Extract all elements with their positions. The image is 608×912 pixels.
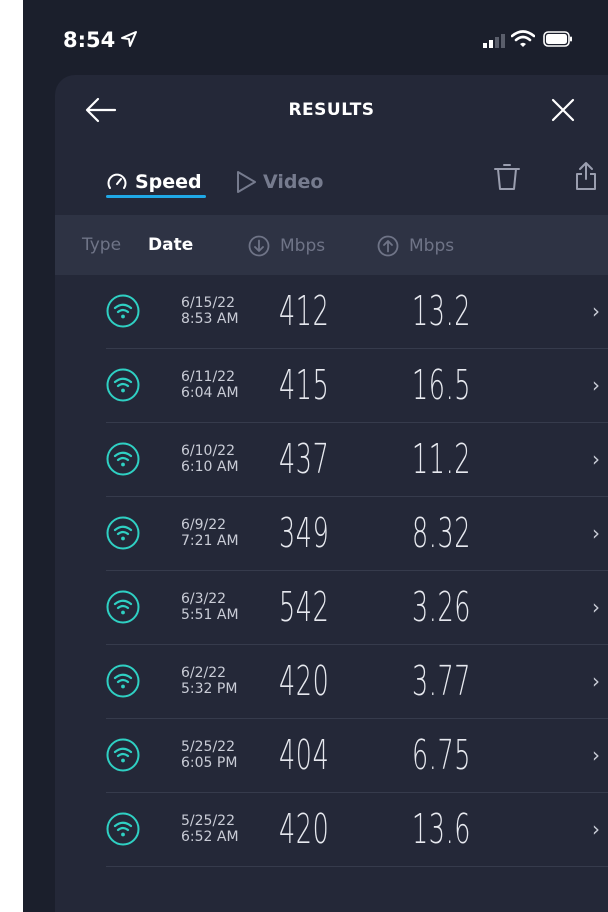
table-row[interactable]: 5/25/22 6:52 AM 420 13.6 › bbox=[55, 793, 608, 867]
row-upload-value: 8.32 bbox=[412, 509, 472, 557]
table-row[interactable]: 6/9/22 7:21 AM 349 8.32 › bbox=[55, 497, 608, 571]
device-screen: 8:54 RESULTS Speed Video Type Date Mbps … bbox=[23, 0, 608, 912]
row-upload-value: 13.2 bbox=[412, 287, 472, 335]
table-row[interactable]: 5/25/22 6:05 PM 404 6.75 › bbox=[55, 719, 608, 793]
table-row[interactable]: 6/11/22 6:04 AM 415 16.5 › bbox=[55, 349, 608, 423]
column-type: Type bbox=[82, 235, 122, 255]
row-download-value: 420 bbox=[279, 657, 330, 705]
row-download-value: 420 bbox=[279, 805, 330, 853]
row-date: 6/11/22 bbox=[181, 369, 235, 385]
nav-bar: RESULTS bbox=[55, 75, 608, 145]
row-date: 6/3/22 bbox=[181, 591, 227, 607]
status-bar: 8:54 bbox=[23, 0, 608, 70]
chevron-right-icon: › bbox=[592, 299, 600, 323]
row-download-value: 404 bbox=[279, 731, 330, 779]
wifi-type-icon bbox=[106, 294, 140, 328]
table-row[interactable]: 6/3/22 5:51 AM 542 3.26 › bbox=[55, 571, 608, 645]
column-upload[interactable]: Mbps bbox=[377, 235, 454, 257]
row-date: 6/15/22 bbox=[181, 295, 235, 311]
row-datetime: 6/15/22 8:53 AM bbox=[181, 295, 239, 327]
chevron-right-icon: › bbox=[592, 521, 600, 545]
chevron-right-icon: › bbox=[592, 373, 600, 397]
row-time: 8:53 AM bbox=[181, 311, 239, 327]
wifi-type-icon bbox=[106, 812, 140, 846]
row-datetime: 5/25/22 6:05 PM bbox=[181, 739, 237, 771]
row-time: 6:05 PM bbox=[181, 755, 238, 771]
download-arrow-icon bbox=[248, 235, 270, 257]
wifi-type-icon bbox=[106, 442, 140, 476]
column-download[interactable]: Mbps bbox=[248, 235, 325, 257]
tab-selected-indicator bbox=[106, 195, 206, 198]
row-upload-value: 11.2 bbox=[412, 435, 472, 483]
chevron-right-icon: › bbox=[592, 817, 600, 841]
row-download-value: 349 bbox=[279, 509, 330, 557]
row-time: 6:04 AM bbox=[181, 385, 239, 401]
chevron-right-icon: › bbox=[592, 595, 600, 619]
row-download-value: 415 bbox=[279, 361, 330, 409]
column-date[interactable]: Date bbox=[148, 235, 193, 255]
share-icon[interactable] bbox=[574, 161, 598, 191]
row-download-value: 412 bbox=[279, 287, 330, 335]
wifi-icon bbox=[511, 30, 535, 47]
wifi-type-icon bbox=[106, 664, 140, 698]
trash-icon[interactable] bbox=[493, 162, 521, 192]
row-datetime: 5/25/22 6:52 AM bbox=[181, 813, 239, 845]
tab-video-label: Video bbox=[263, 171, 324, 193]
column-upload-label: Mbps bbox=[409, 236, 455, 256]
row-time: 6:52 AM bbox=[181, 829, 239, 845]
row-date: 5/25/22 bbox=[181, 813, 235, 829]
wifi-type-icon bbox=[106, 738, 140, 772]
row-date: 6/10/22 bbox=[181, 443, 235, 459]
location-arrow-icon bbox=[121, 31, 137, 47]
tab-speed-label: Speed bbox=[135, 171, 202, 193]
row-time: 5:32 PM bbox=[181, 681, 238, 697]
upload-arrow-icon bbox=[377, 235, 399, 257]
row-upload-value: 3.77 bbox=[412, 657, 472, 705]
row-download-value: 542 bbox=[279, 583, 330, 631]
row-datetime: 6/10/22 6:10 AM bbox=[181, 443, 239, 475]
table-row[interactable]: 6/10/22 6:10 AM 437 11.2 › bbox=[55, 423, 608, 497]
row-date: 6/9/22 bbox=[181, 517, 227, 533]
row-time: 6:10 AM bbox=[181, 459, 239, 475]
signal-icon bbox=[483, 34, 505, 48]
tab-bar: Speed Video bbox=[55, 157, 608, 207]
close-button[interactable] bbox=[551, 98, 575, 122]
table-row[interactable]: 6/2/22 5:32 PM 420 3.77 › bbox=[55, 645, 608, 719]
row-download-value: 437 bbox=[279, 435, 330, 483]
chevron-right-icon: › bbox=[592, 447, 600, 471]
column-download-label: Mbps bbox=[280, 236, 326, 256]
tab-speed[interactable]: Speed bbox=[106, 167, 202, 197]
wifi-type-icon bbox=[106, 590, 140, 624]
row-time: 7:21 AM bbox=[181, 533, 239, 549]
status-time: 8:54 bbox=[63, 28, 116, 52]
battery-icon bbox=[543, 31, 572, 47]
results-sheet: RESULTS Speed Video Type Date Mbps Mbps … bbox=[55, 75, 608, 912]
page-title: RESULTS bbox=[288, 100, 375, 120]
row-upload-value: 6.75 bbox=[412, 731, 472, 779]
play-icon bbox=[237, 171, 256, 193]
row-datetime: 6/3/22 5:51 AM bbox=[181, 591, 239, 623]
table-header: Type Date Mbps Mbps bbox=[55, 215, 608, 275]
row-date: 5/25/22 bbox=[181, 739, 235, 755]
results-list: 6/15/22 8:53 AM 412 13.2 › 6/11/22 6:04 … bbox=[55, 275, 608, 867]
tab-video[interactable]: Video bbox=[235, 167, 323, 197]
row-date: 6/2/22 bbox=[181, 665, 227, 681]
chevron-right-icon: › bbox=[592, 743, 600, 767]
table-row[interactable]: 6/15/22 8:53 AM 412 13.2 › bbox=[55, 275, 608, 349]
wifi-type-icon bbox=[106, 516, 140, 550]
chevron-right-icon: › bbox=[592, 669, 600, 693]
row-datetime: 6/9/22 7:21 AM bbox=[181, 517, 239, 549]
wifi-type-icon bbox=[106, 368, 140, 402]
gauge-icon bbox=[107, 173, 127, 189]
row-datetime: 6/11/22 6:04 AM bbox=[181, 369, 239, 401]
row-upload-value: 16.5 bbox=[412, 361, 472, 409]
row-upload-value: 13.6 bbox=[412, 805, 472, 853]
row-time: 5:51 AM bbox=[181, 607, 239, 623]
row-upload-value: 3.26 bbox=[412, 583, 472, 631]
row-datetime: 6/2/22 5:32 PM bbox=[181, 665, 237, 697]
